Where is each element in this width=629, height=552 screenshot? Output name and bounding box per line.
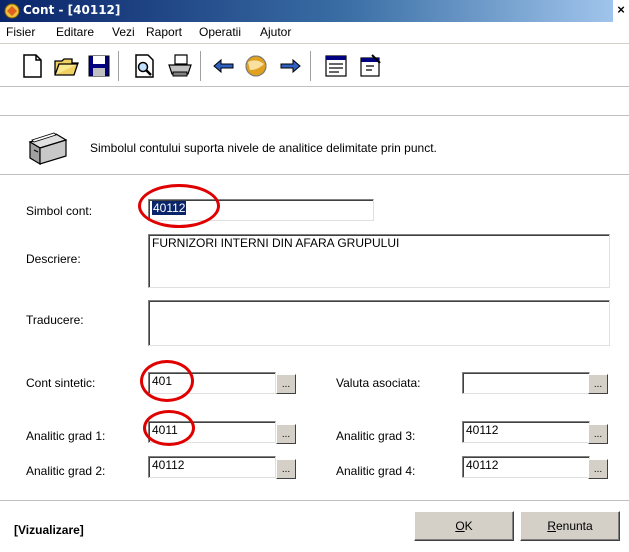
open-folder-icon[interactable]: [52, 52, 80, 80]
account-form: Simbol cont: 40112 Descriere: FURNIZORI …: [0, 176, 629, 498]
properties-icon[interactable]: [356, 52, 384, 80]
highlight-circle: [143, 410, 195, 446]
menu-operatii[interactable]: Operatii: [199, 25, 241, 39]
highlight-circle: [140, 360, 194, 402]
file-cabinet-icon: [28, 132, 68, 166]
toolbar: [0, 45, 629, 87]
analitic-grad4-input[interactable]: 40112: [462, 456, 590, 478]
info-panel: Simbolul contului suporta nivele de anal…: [0, 115, 629, 175]
globe-icon[interactable]: [242, 52, 270, 80]
menu-raport[interactable]: Raport: [146, 25, 182, 39]
toolbar-separator: [310, 51, 312, 81]
menu-editare[interactable]: Editare: [56, 25, 94, 39]
highlight-circle: [138, 184, 220, 228]
status-bar: [Vizualizare] OK Renunta: [0, 500, 629, 552]
analitic-grad2-label: Analitic grad 2:: [26, 464, 106, 478]
analitic-grad3-input[interactable]: 40112: [462, 421, 590, 443]
new-document-icon[interactable]: [18, 52, 46, 80]
window-title: Cont - [40112]: [23, 3, 121, 17]
arrow-left-icon[interactable]: [210, 52, 238, 80]
descriere-label: Descriere:: [26, 252, 81, 266]
title-bar: Cont - [40112] ×: [0, 0, 629, 22]
valuta-browse-button[interactable]: ...: [588, 374, 608, 394]
descriere-value: FURNIZORI INTERNI DIN AFARA GRUPULUI: [152, 236, 400, 250]
valuta-input[interactable]: [462, 372, 590, 394]
valuta-label: Valuta asociata:: [336, 376, 421, 390]
menu-bar: Fisier Editare Vezi Raport Operatii Ajut…: [0, 22, 629, 44]
analitic-grad2-value: 40112: [152, 458, 185, 472]
menu-fisier[interactable]: Fisier: [6, 25, 35, 39]
menu-ajutor[interactable]: Ajutor: [260, 25, 291, 39]
arrow-right-icon[interactable]: [276, 52, 304, 80]
cancel-button[interactable]: Renunta: [520, 511, 620, 541]
analitic-grad3-label: Analitic grad 3:: [336, 429, 416, 443]
close-button[interactable]: ×: [613, 0, 629, 22]
analitic-grad1-label: Analitic grad 1:: [26, 429, 106, 443]
analitic-grad4-value: 40112: [466, 458, 499, 472]
traducere-input[interactable]: [148, 300, 610, 346]
cont-sintetic-label: Cont sintetic:: [26, 376, 96, 390]
print-preview-icon[interactable]: [130, 52, 158, 80]
descriere-input[interactable]: FURNIZORI INTERNI DIN AFARA GRUPULUI: [148, 234, 610, 288]
analitic-grad4-label: Analitic grad 4:: [336, 464, 416, 478]
menu-vezi[interactable]: Vezi: [112, 25, 135, 39]
analitic-grad1-browse-button[interactable]: ...: [276, 424, 296, 444]
toolbar-separator: [200, 51, 202, 81]
list-view-icon[interactable]: [322, 52, 350, 80]
ok-button[interactable]: OK: [414, 511, 514, 541]
info-message: Simbolul contului suporta nivele de anal…: [90, 141, 437, 155]
simbol-cont-label: Simbol cont:: [26, 204, 93, 218]
mode-indicator: [Vizualizare]: [14, 523, 84, 537]
analitic-grad4-browse-button[interactable]: ...: [588, 459, 608, 479]
toolbar-separator: [118, 51, 120, 81]
analitic-grad3-browse-button[interactable]: ...: [588, 424, 608, 444]
print-icon[interactable]: [166, 52, 194, 80]
app-logo-icon: [4, 3, 20, 19]
analitic-grad2-browse-button[interactable]: ...: [276, 459, 296, 479]
analitic-grad3-value: 40112: [466, 423, 499, 437]
save-icon[interactable]: [85, 52, 113, 80]
traducere-label: Traducere:: [26, 313, 84, 327]
analitic-grad2-input[interactable]: 40112: [148, 456, 276, 478]
cont-sintetic-browse-button[interactable]: ...: [276, 374, 296, 394]
